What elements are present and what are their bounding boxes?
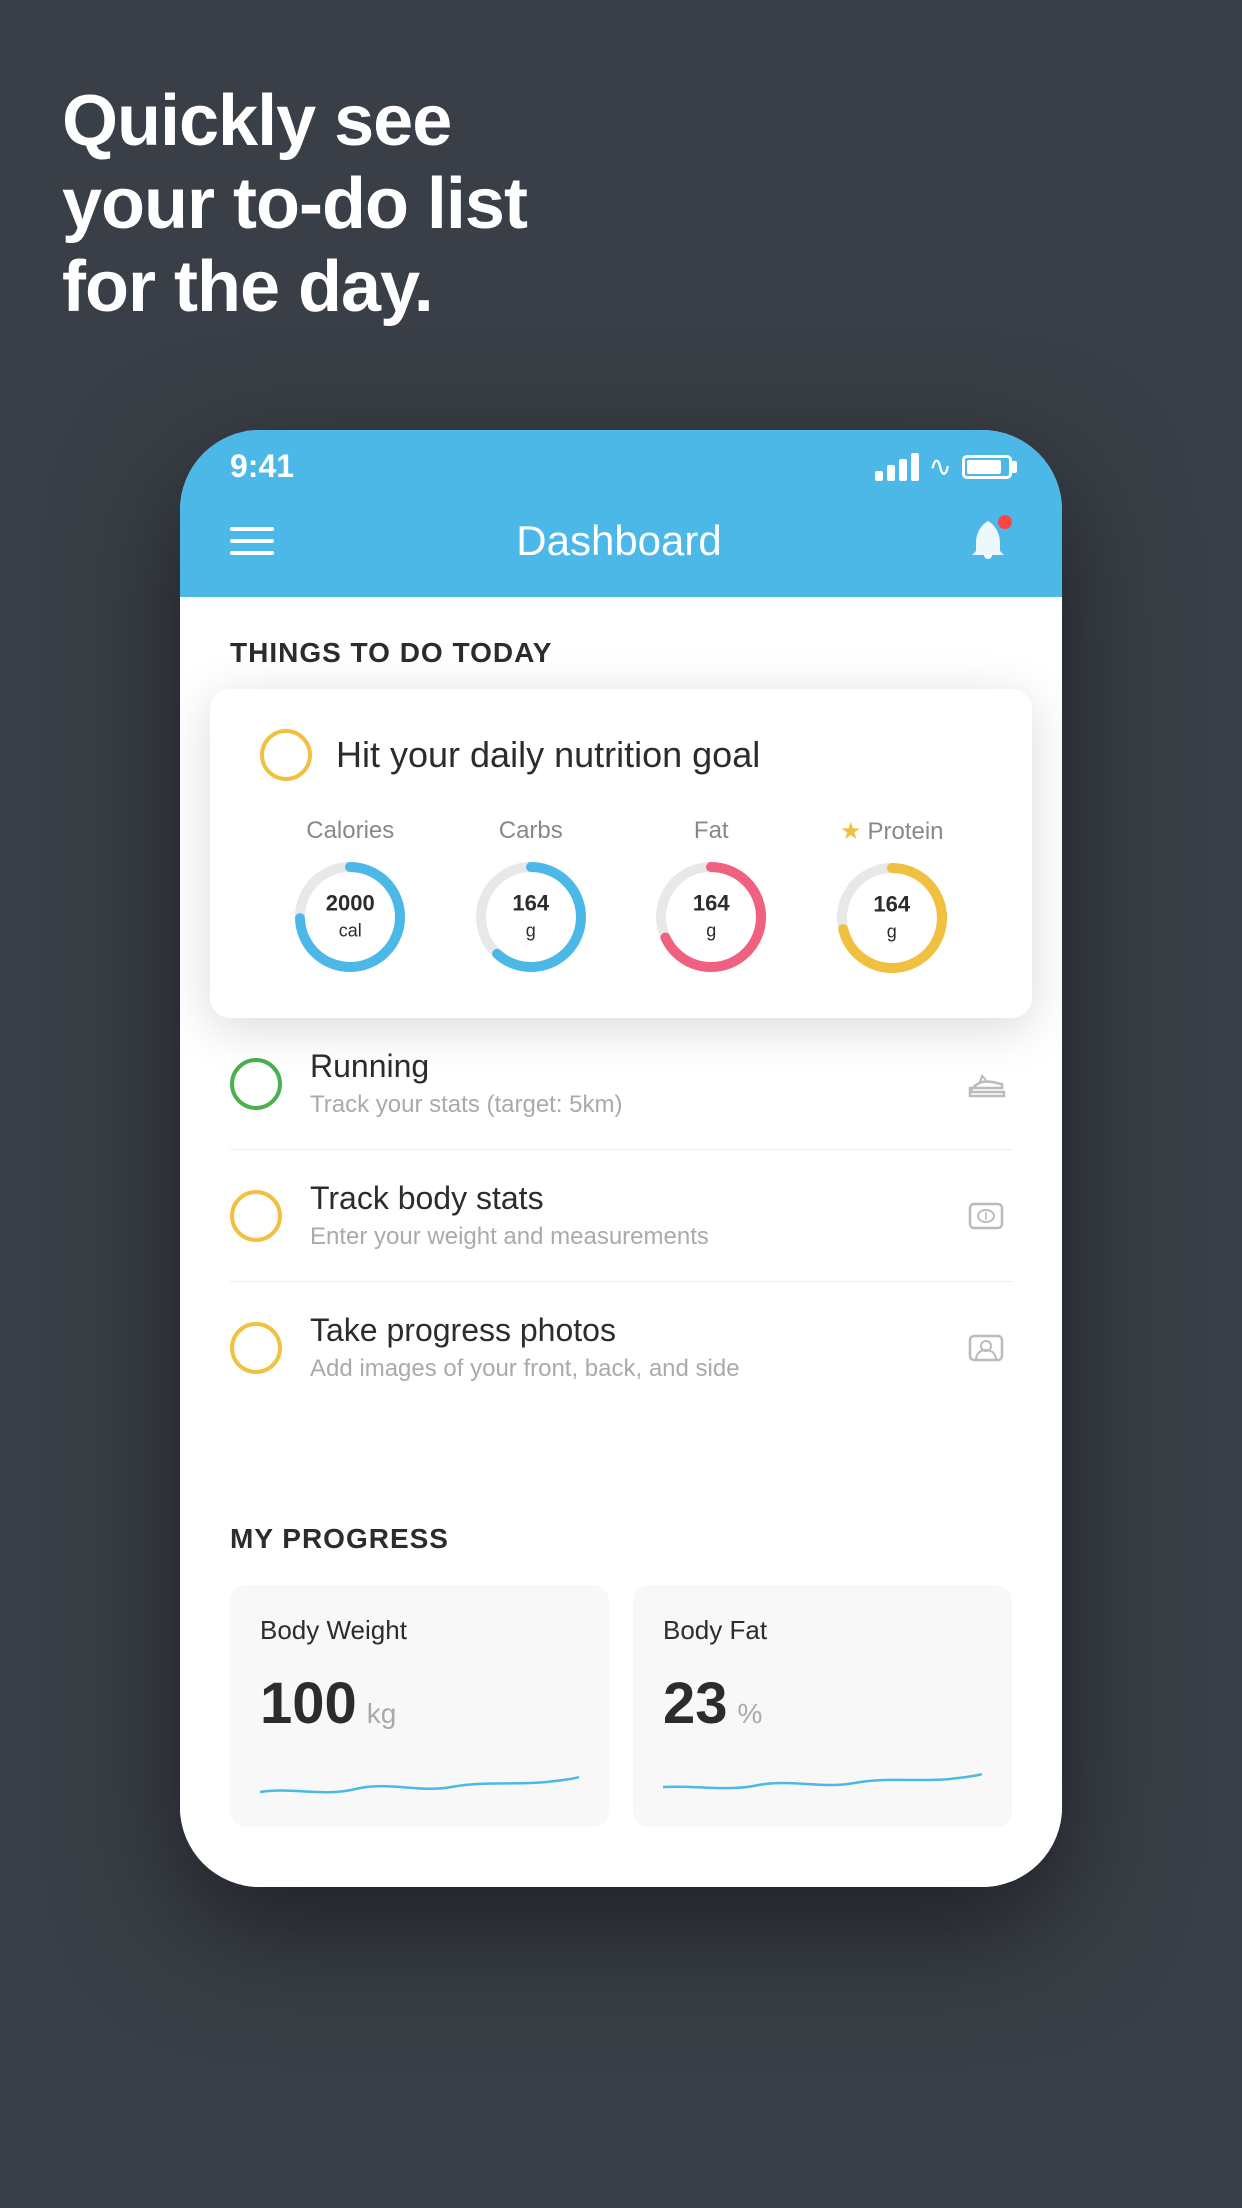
things-section-header: THINGS TO DO TODAY bbox=[180, 597, 1062, 689]
body-stats-sub: Enter your weight and measurements bbox=[310, 1223, 932, 1251]
running-shoe-icon bbox=[960, 1058, 1012, 1110]
todo-progress-photos[interactable]: Take progress photos Add images of your … bbox=[230, 1282, 1012, 1413]
body-fat-number: 23 bbox=[663, 1670, 728, 1737]
status-bar: 9:41 ∿ bbox=[180, 430, 1062, 495]
body-fat-title: Body Fat bbox=[663, 1615, 982, 1646]
body-fat-value: 23 % bbox=[663, 1670, 982, 1737]
carbs-label: Carbs bbox=[499, 817, 563, 845]
header-title: Dashboard bbox=[516, 517, 721, 565]
signal-bars-icon bbox=[875, 453, 919, 481]
fat-label: Fat bbox=[694, 817, 729, 845]
body-stats-status-circle bbox=[230, 1190, 282, 1242]
todo-body-stats[interactable]: Track body stats Enter your weight and m… bbox=[230, 1150, 1012, 1282]
body-weight-number: 100 bbox=[260, 1670, 357, 1737]
nutrition-row: Calories 2000 cal Carbs bbox=[260, 817, 982, 978]
calories-circle: 2000 cal bbox=[290, 857, 410, 977]
todo-running[interactable]: Running Track your stats (target: 5km) bbox=[230, 1018, 1012, 1150]
progress-cards: Body Weight 100 kg Body Fat 23 bbox=[230, 1585, 1012, 1827]
body-weight-card[interactable]: Body Weight 100 kg bbox=[230, 1585, 609, 1827]
person-photo-icon bbox=[960, 1322, 1012, 1374]
running-text: Running Track your stats (target: 5km) bbox=[310, 1048, 932, 1119]
body-fat-card[interactable]: Body Fat 23 % bbox=[633, 1585, 1012, 1827]
protein-label: ★ Protein bbox=[840, 817, 944, 846]
notifications-button[interactable] bbox=[964, 515, 1012, 567]
calories-label: Calories bbox=[306, 817, 394, 845]
nutrition-carbs: Carbs 164 g bbox=[471, 817, 591, 977]
nutrition-card[interactable]: Hit your daily nutrition goal Calories 2… bbox=[210, 689, 1032, 1018]
battery-icon bbox=[962, 455, 1012, 479]
menu-button[interactable] bbox=[230, 527, 274, 555]
nutrition-protein: ★ Protein 164 g bbox=[832, 817, 952, 978]
body-fat-chart bbox=[663, 1757, 982, 1807]
running-sub: Track your stats (target: 5km) bbox=[310, 1091, 932, 1119]
wifi-icon: ∿ bbox=[929, 450, 952, 483]
progress-photos-status-circle bbox=[230, 1322, 282, 1374]
progress-photos-sub: Add images of your front, back, and side bbox=[310, 1355, 932, 1383]
nutrition-fat: Fat 164 g bbox=[651, 817, 771, 977]
todo-list: Running Track your stats (target: 5km) T… bbox=[180, 1018, 1062, 1413]
app-header: Dashboard bbox=[180, 495, 1062, 597]
notification-dot bbox=[998, 515, 1012, 529]
protein-value: 164 g bbox=[873, 892, 910, 945]
phone-mockup: 9:41 ∿ Dashboard bbox=[180, 430, 1062, 1887]
fat-value: 164 g bbox=[693, 891, 730, 944]
nutrition-calories: Calories 2000 cal bbox=[290, 817, 410, 977]
body-weight-title: Body Weight bbox=[260, 1615, 579, 1646]
body-weight-value: 100 kg bbox=[260, 1670, 579, 1737]
star-icon: ★ bbox=[840, 817, 862, 846]
running-status-circle bbox=[230, 1058, 282, 1110]
nutrition-card-title: Hit your daily nutrition goal bbox=[336, 734, 760, 776]
progress-section: MY PROGRESS Body Weight 100 kg bbox=[180, 1473, 1062, 1887]
body-weight-unit: kg bbox=[367, 1698, 397, 1730]
body-stats-text: Track body stats Enter your weight and m… bbox=[310, 1180, 932, 1251]
calories-value: 2000 cal bbox=[326, 891, 375, 944]
spacer bbox=[180, 1413, 1062, 1473]
carbs-value: 164 g bbox=[512, 891, 549, 944]
body-fat-unit: % bbox=[738, 1698, 763, 1730]
body-stats-name: Track body stats bbox=[310, 1180, 932, 1217]
nutrition-status-circle bbox=[260, 729, 312, 781]
fat-circle: 164 g bbox=[651, 857, 771, 977]
progress-header: MY PROGRESS bbox=[230, 1523, 1012, 1555]
status-icons: ∿ bbox=[875, 450, 1012, 483]
protein-circle: 164 g bbox=[832, 858, 952, 978]
scale-icon bbox=[960, 1190, 1012, 1242]
progress-photos-name: Take progress photos bbox=[310, 1312, 932, 1349]
phone-content: THINGS TO DO TODAY Hit your daily nutrit… bbox=[180, 597, 1062, 1887]
carbs-circle: 164 g bbox=[471, 857, 591, 977]
status-time: 9:41 bbox=[230, 448, 294, 485]
headline: Quickly see your to-do list for the day. bbox=[62, 80, 527, 328]
progress-photos-text: Take progress photos Add images of your … bbox=[310, 1312, 932, 1383]
card-title-row: Hit your daily nutrition goal bbox=[260, 729, 982, 781]
running-name: Running bbox=[310, 1048, 932, 1085]
body-weight-chart bbox=[260, 1757, 579, 1807]
